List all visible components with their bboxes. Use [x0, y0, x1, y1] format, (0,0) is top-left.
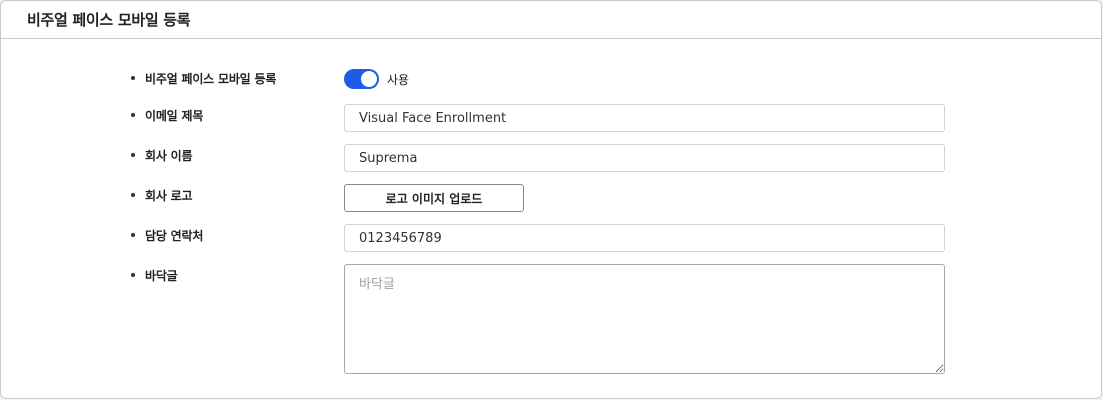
panel-header: 비주얼 페이스 모바일 등록 [1, 1, 1101, 39]
field-label-text: 바닥글 [145, 268, 178, 283]
field-label-text: 이메일 제목 [145, 108, 204, 123]
field-label-company-logo: 회사 로고 [131, 181, 193, 209]
company-name-input[interactable] [344, 144, 945, 172]
form-row-enroll: 비주얼 페이스 모바일 등록 사용 [1, 67, 1101, 89]
form-row-email-subject: 이메일 제목 [1, 104, 1101, 132]
field-label-text: 담당 연락처 [145, 228, 204, 243]
panel-title: 비주얼 페이스 모바일 등록 [27, 11, 191, 29]
bullet-icon [131, 153, 135, 157]
visual-face-mobile-panel: 비주얼 페이스 모바일 등록 비주얼 페이스 모바일 등록 사용 이메일 제목 … [0, 0, 1102, 399]
bullet-icon [131, 193, 135, 197]
contact-input[interactable] [344, 224, 945, 252]
toggle-knob [361, 71, 377, 87]
email-subject-input[interactable] [344, 104, 945, 132]
bullet-icon [131, 233, 135, 237]
field-label-text: 회사 이름 [145, 148, 193, 163]
enroll-toggle-group: 사용 [344, 68, 409, 90]
field-label-contact: 담당 연락처 [131, 221, 203, 249]
bullet-icon [131, 273, 135, 277]
bullet-icon [131, 113, 135, 117]
field-label-email-subject: 이메일 제목 [131, 101, 203, 129]
footer-textarea[interactable] [344, 264, 945, 374]
field-label-footer: 바닥글 [131, 264, 178, 286]
field-label-text: 비주얼 페이스 모바일 등록 [145, 71, 277, 86]
form-row-company-logo: 회사 로고 로고 이미지 업로드 [1, 184, 1101, 212]
form-row-contact: 담당 연락처 [1, 224, 1101, 252]
upload-logo-button[interactable]: 로고 이미지 업로드 [344, 184, 524, 212]
toggle-status-label: 사용 [387, 72, 410, 87]
enroll-toggle-switch[interactable] [344, 69, 379, 89]
bullet-icon [131, 76, 135, 80]
field-label-enroll: 비주얼 페이스 모바일 등록 [131, 67, 276, 89]
form-row-footer: 바닥글 [1, 264, 1101, 374]
form-row-company-name: 회사 이름 [1, 144, 1101, 172]
field-label-company-name: 회사 이름 [131, 141, 193, 169]
field-label-text: 회사 로고 [145, 188, 193, 203]
